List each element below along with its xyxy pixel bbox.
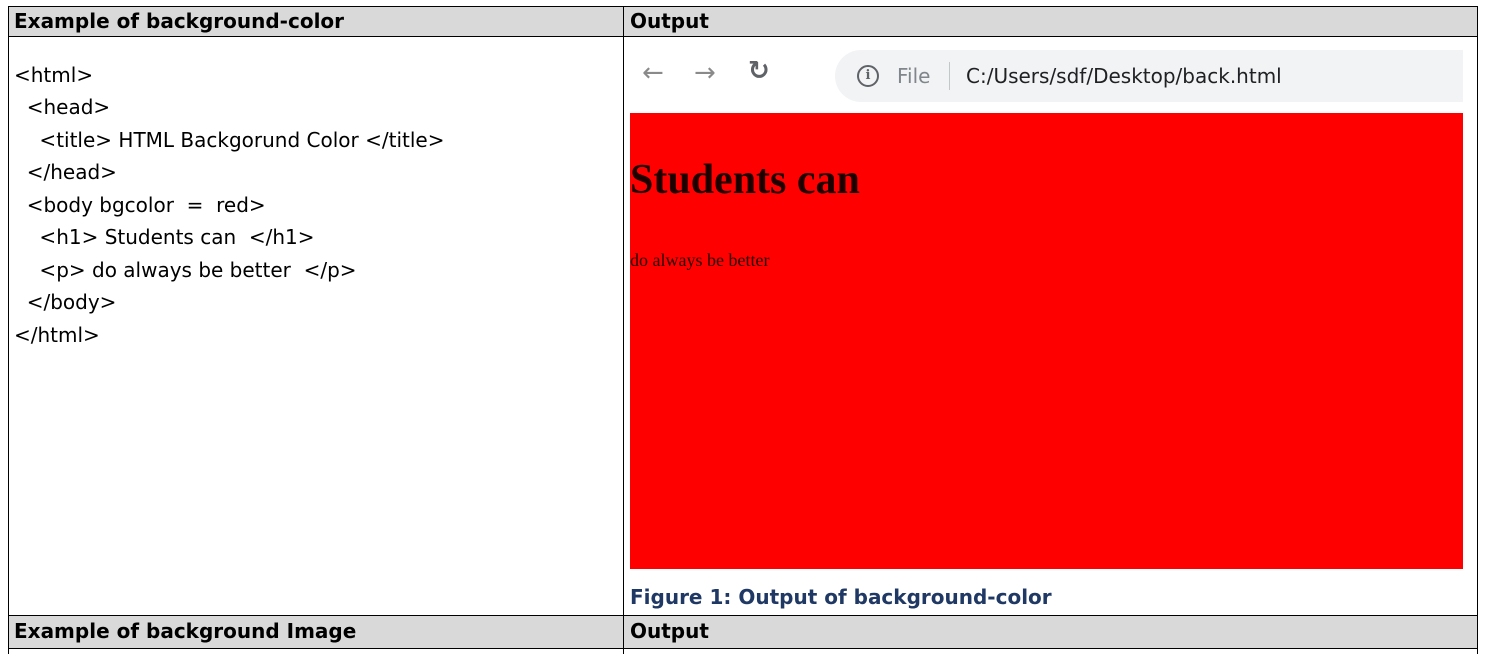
code-line: <title> HTML Backgorund Color </title> — [14, 128, 445, 152]
table-border — [1477, 6, 1478, 654]
code-line: </body> — [14, 290, 117, 314]
figure-caption: Figure 1: Output of background-color — [630, 585, 1052, 609]
code-line: <html> — [14, 63, 94, 87]
output-heading: Students can — [630, 157, 860, 203]
output-paragraph: do always be better — [630, 250, 770, 270]
table-header-left: Example of background Image — [8, 616, 623, 648]
code-line: </head> — [14, 160, 117, 184]
code-line: <head> — [14, 95, 111, 119]
table-border — [8, 648, 1478, 649]
code-line: <body bgcolor = red> — [14, 193, 266, 217]
browser-viewport: Students can do always be better — [630, 113, 1463, 569]
document-table: Example of background-color Output <html… — [8, 6, 1478, 654]
address-bar[interactable]: i File C:/Users/sdf/Desktop/back.html — [835, 50, 1463, 102]
browser-toolbar: ← → ↻ i File C:/Users/sdf/Desktop/back.h… — [630, 40, 1463, 112]
url-text[interactable]: C:/Users/sdf/Desktop/back.html — [966, 63, 1282, 89]
table-border — [8, 36, 1478, 37]
code-line: <p> do always be better </p> — [14, 258, 357, 282]
table-border — [8, 6, 1478, 7]
back-arrow-icon[interactable]: ← — [642, 58, 664, 88]
table-header-left: Example of background-color — [8, 6, 623, 36]
address-divider — [949, 62, 950, 90]
file-label: File — [897, 64, 931, 88]
table-border — [8, 615, 1478, 616]
table-header-right: Output — [624, 616, 1478, 648]
reload-icon[interactable]: ↻ — [748, 56, 770, 86]
forward-arrow-icon[interactable]: → — [694, 58, 716, 88]
code-line: <h1> Students can </h1> — [14, 225, 315, 249]
table-header-right: Output — [624, 6, 1478, 36]
info-icon[interactable]: i — [857, 65, 879, 87]
code-cell: <html> <head> <title> HTML Backgorund Co… — [8, 37, 623, 615]
table-border — [8, 6, 9, 654]
table-border — [623, 6, 624, 654]
code-line: </html> — [14, 323, 100, 347]
